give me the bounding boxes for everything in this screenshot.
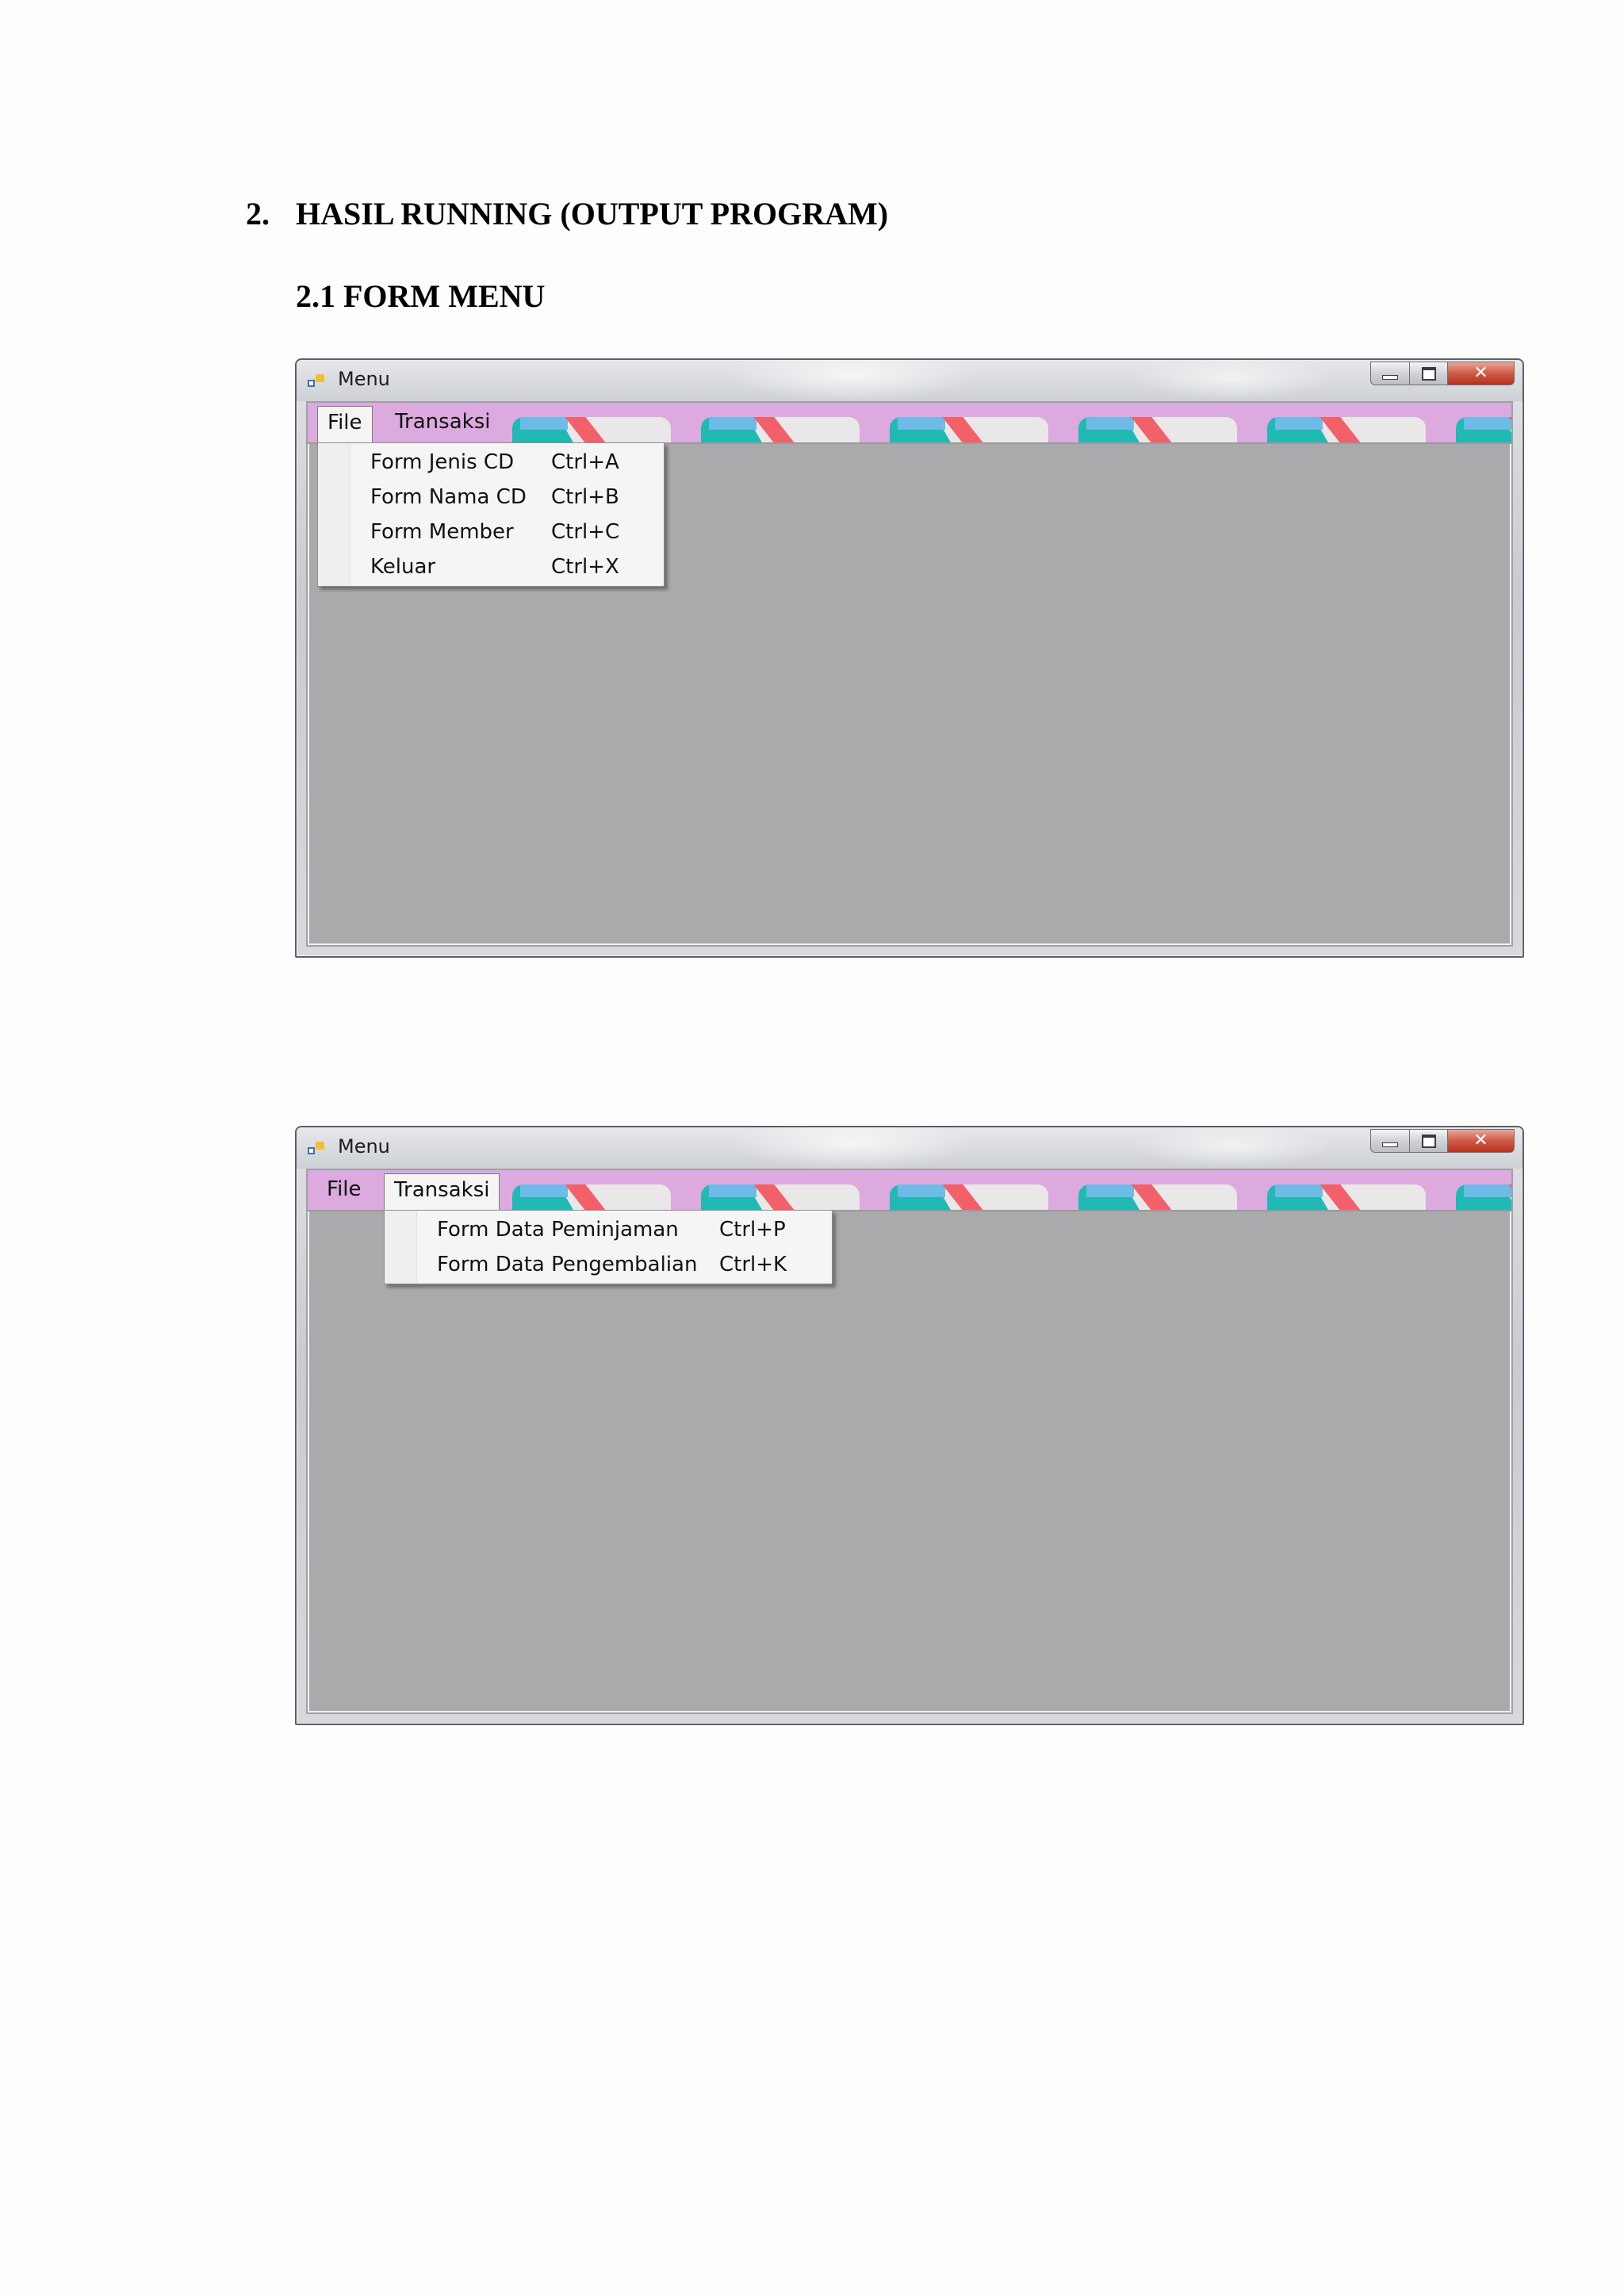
- title-bar[interactable]: Menu ✕: [297, 360, 1522, 401]
- close-button[interactable]: ✕: [1448, 1129, 1515, 1153]
- menu-transaksi[interactable]: Transaksi: [385, 406, 500, 438]
- maximize-button[interactable]: [1410, 362, 1448, 385]
- client-area: File Transaksi Form Data Peminjaman Ctrl…: [306, 1169, 1513, 1714]
- menu-option-label: Keluar: [370, 555, 436, 579]
- menubar-decoration: [890, 417, 1048, 442]
- menu-option-shortcut: Ctrl+A: [551, 450, 619, 474]
- caption-buttons: ✕: [1370, 1129, 1515, 1154]
- section-title: HASIL RUNNING (OUTPUT PROGRAM): [296, 196, 889, 232]
- menu-bar: File Transaksi: [308, 1170, 1511, 1211]
- maximize-icon: [1421, 1134, 1436, 1148]
- menu-file[interactable]: File: [317, 1173, 371, 1205]
- menu-option[interactable]: Form Data Pengembalian Ctrl+K: [385, 1247, 832, 1282]
- menu-option-shortcut: Ctrl+C: [551, 520, 620, 544]
- menu-window-transaksi: Menu ✕ File Transaksi Form Data Peminjam…: [295, 1126, 1524, 1725]
- menubar-decoration: [701, 1184, 860, 1210]
- menubar-decoration: [1456, 1184, 1511, 1210]
- minimize-button[interactable]: [1370, 362, 1410, 385]
- menu-bar: File Transaksi: [308, 403, 1511, 444]
- window-title: Menu: [338, 368, 390, 390]
- menubar-decoration: [1267, 1184, 1426, 1210]
- menubar-decoration: [512, 1184, 671, 1210]
- transaksi-dropdown: Form Data Peminjaman Ctrl+P Form Data Pe…: [384, 1210, 833, 1284]
- menubar-decoration: [512, 417, 671, 442]
- menu-option-label: Form Data Pengembalian: [437, 1253, 698, 1276]
- section-number: 2.: [246, 196, 270, 232]
- menu-option[interactable]: Form Nama CD Ctrl+B: [318, 480, 664, 515]
- menubar-decoration: [890, 1184, 1048, 1210]
- menu-option-label: Form Jenis CD: [370, 450, 515, 474]
- menubar-decoration: [1078, 1184, 1237, 1210]
- menu-window-file: Menu ✕ File Transaksi Form Jenis CD Ctrl…: [295, 358, 1524, 958]
- menubar-decoration: [1267, 417, 1426, 442]
- menu-option-shortcut: Ctrl+B: [551, 485, 619, 509]
- minimize-icon: [1382, 375, 1398, 380]
- menu-option-label: Form Nama CD: [370, 485, 527, 509]
- menubar-decoration: [701, 417, 860, 442]
- file-dropdown: Form Jenis CD Ctrl+A Form Nama CD Ctrl+B…: [317, 442, 665, 587]
- close-icon: ✕: [1473, 1131, 1488, 1150]
- minimize-icon: [1382, 1142, 1398, 1147]
- menu-file[interactable]: File: [317, 406, 373, 442]
- menu-option[interactable]: Form Member Ctrl+C: [318, 515, 664, 549]
- menu-option-label: Form Member: [370, 520, 514, 544]
- menu-option-shortcut: Ctrl+K: [719, 1253, 787, 1276]
- maximize-icon: [1421, 366, 1436, 381]
- menu-option-shortcut: Ctrl+X: [551, 555, 619, 579]
- menu-transaksi[interactable]: Transaksi: [384, 1173, 500, 1210]
- app-icon: [308, 374, 324, 387]
- client-area: File Transaksi Form Jenis CD Ctrl+A Form…: [306, 401, 1513, 947]
- menu-option-label: Form Data Peminjaman: [437, 1218, 679, 1242]
- caption-buttons: ✕: [1370, 362, 1515, 387]
- menu-option[interactable]: Form Data Peminjaman Ctrl+P: [385, 1212, 832, 1247]
- menubar-decoration: [1078, 417, 1237, 442]
- app-icon: [308, 1142, 324, 1154]
- close-button[interactable]: ✕: [1448, 362, 1515, 385]
- menu-option[interactable]: Keluar Ctrl+X: [318, 549, 664, 584]
- close-icon: ✕: [1473, 363, 1488, 383]
- title-bar[interactable]: Menu ✕: [297, 1127, 1522, 1169]
- menu-option-shortcut: Ctrl+P: [719, 1218, 786, 1242]
- minimize-button[interactable]: [1370, 1129, 1410, 1153]
- menubar-decoration: [1456, 417, 1511, 442]
- menu-option[interactable]: Form Jenis CD Ctrl+A: [318, 445, 664, 480]
- maximize-button[interactable]: [1410, 1129, 1448, 1153]
- subsection-title: 2.1 FORM MENU: [296, 278, 546, 314]
- window-title: Menu: [338, 1135, 390, 1158]
